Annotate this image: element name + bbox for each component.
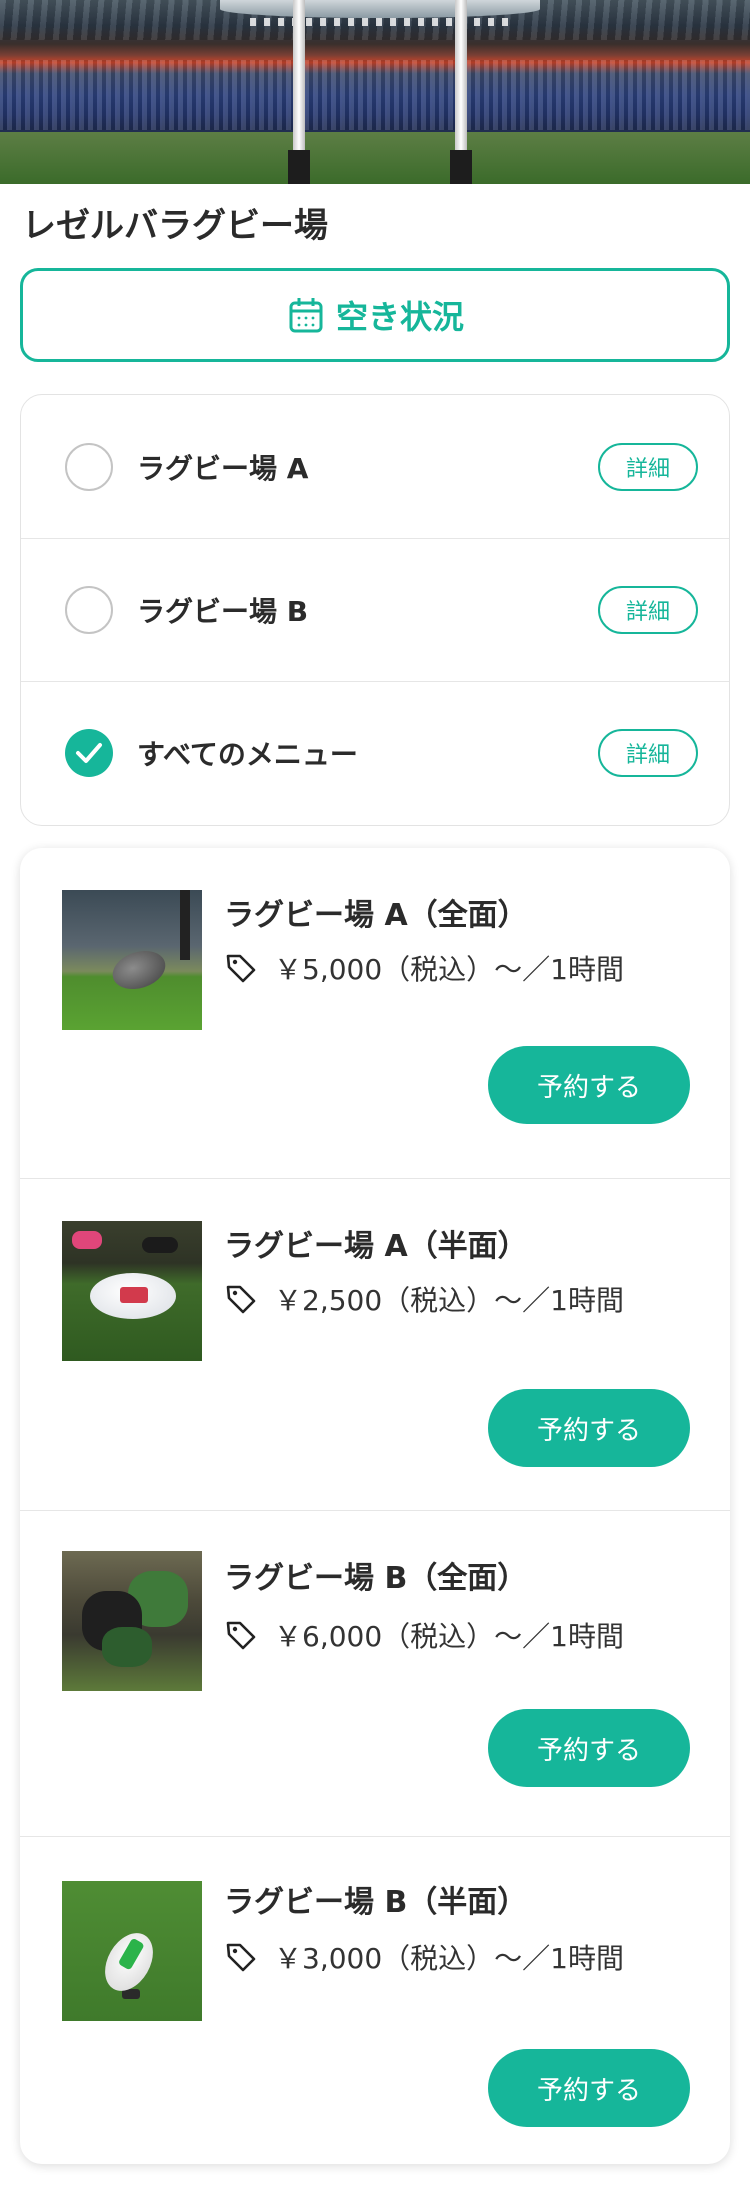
price-tag-icon: [226, 954, 256, 983]
check-icon: [76, 743, 102, 763]
price-tag-icon: [226, 1943, 256, 1972]
price-row: ￥3,000（税込）〜／1時間: [224, 1937, 624, 1977]
option-field-b[interactable]: ラグビー場 B 詳細: [21, 538, 729, 681]
menu-item: ラグビー場 A（半面） ￥2,500（税込）〜／1時間 予約する: [20, 1178, 730, 1510]
radio-button-checked[interactable]: [65, 729, 113, 777]
menu-price: ￥5,000（税込）〜／1時間: [274, 953, 624, 986]
menu-name: ラグビー場 A（半面）: [224, 1229, 528, 1264]
menu-thumbnail: [62, 1881, 202, 2021]
venue-title: レゼルバラグビー場: [22, 206, 328, 246]
menu-price: ￥2,500（税込）〜／1時間: [274, 1284, 624, 1317]
menu-item: ラグビー場 B（全面） ￥6,000（税込）〜／1時間 予約する: [20, 1510, 730, 1836]
detail-button[interactable]: 詳細: [598, 442, 698, 491]
menu-name: ラグビー場 A（全面）: [224, 898, 528, 933]
detail-button[interactable]: 詳細: [598, 586, 698, 634]
menu-thumbnail: [62, 890, 202, 1030]
option-label: すべてのメニュー: [137, 738, 358, 771]
price-row: ￥6,000（税込）〜／1時間: [224, 1615, 624, 1655]
reserve-button[interactable]: 予約する: [488, 1389, 690, 1467]
price-row: ￥2,500（税込）〜／1時間: [224, 1279, 624, 1319]
menu-thumbnail: [62, 1551, 202, 1691]
menu-price: ￥3,000（税込）〜／1時間: [274, 1942, 624, 1975]
price-tag-icon: [226, 1621, 256, 1650]
availability-button[interactable]: 空き状況: [20, 268, 730, 362]
availability-label: 空き状況: [335, 298, 464, 336]
radio-button[interactable]: [65, 586, 113, 634]
menu-name: ラグビー場 B（全面）: [224, 1561, 528, 1596]
menu-thumbnail: [62, 1221, 202, 1361]
menu-price: ￥6,000（税込）〜／1時間: [274, 1620, 624, 1653]
menu-name: ラグビー場 B（半面）: [224, 1885, 528, 1920]
option-field-a[interactable]: ラグビー場 A 詳細: [21, 395, 729, 538]
detail-button[interactable]: 詳細: [598, 729, 698, 777]
course-options: ラグビー場 A 詳細 ラグビー場 B 詳細 すべてのメニュー 詳細: [20, 394, 730, 826]
radio-button[interactable]: [65, 442, 113, 491]
price-row: ￥5,000（税込）〜／1時間: [224, 948, 624, 988]
option-all-menus[interactable]: すべてのメニュー 詳細: [21, 681, 729, 824]
menu-item: ラグビー場 A（全面） ￥5,000（税込）〜／1時間 予約する: [20, 848, 730, 1178]
price-tag-icon: [226, 1285, 256, 1314]
hero-stadium-image: [0, 0, 750, 184]
option-label: ラグビー場 B: [137, 595, 309, 628]
menu-list: ラグビー場 A（全面） ￥5,000（税込）〜／1時間 予約する ラグビー場 A…: [20, 848, 730, 2164]
menu-item: ラグビー場 B（半面） ￥3,000（税込）〜／1時間 予約する: [20, 1836, 730, 2164]
calendar-icon: [289, 298, 323, 333]
reserve-button[interactable]: 予約する: [488, 1709, 690, 1787]
option-label: ラグビー場 A: [137, 451, 309, 485]
reserve-button[interactable]: 予約する: [488, 2049, 690, 2127]
reserve-button[interactable]: 予約する: [488, 1046, 690, 1124]
